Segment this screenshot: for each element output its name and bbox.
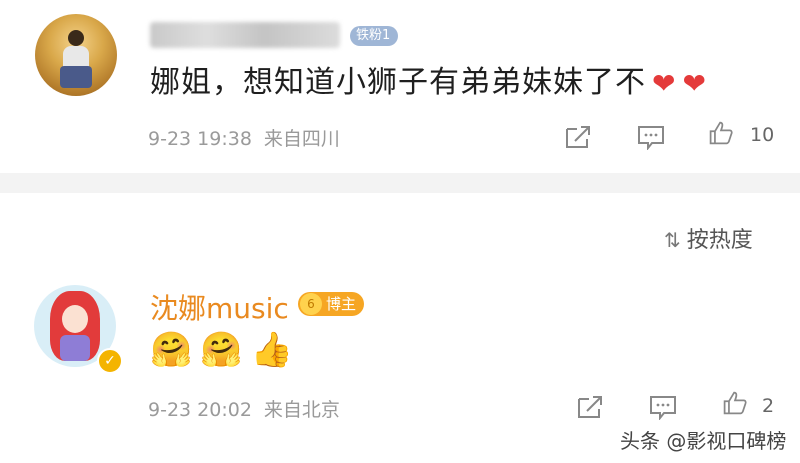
avatar-figure-head [68, 30, 84, 46]
hug-emoji: 🤗 [150, 330, 193, 370]
heart-emoji: ❤ [682, 67, 707, 100]
avatar-top [60, 335, 90, 361]
comment-body: 娜姐，想知道小狮子有弟弟妹妹了不 [150, 65, 646, 100]
like-count: 2 [762, 395, 775, 417]
blogger-badge: 6 博主 [298, 292, 365, 316]
username[interactable]: 沈娜music [150, 287, 289, 327]
comment-text: 🤗 🤗 👍 [150, 330, 301, 370]
thumbs-up-emoji: 👍 [250, 330, 294, 370]
like-icon[interactable] [720, 390, 750, 416]
sort-label: 按热度 [686, 228, 753, 253]
comment-meta: 9-23 20:02 来自北京 [148, 395, 352, 422]
avatar-face [62, 305, 88, 333]
comment-icon[interactable] [636, 124, 666, 150]
blogger-badge-label: 博主 [326, 295, 357, 313]
sort-icon: ⇅ [664, 228, 681, 252]
like-count: 10 [750, 124, 775, 146]
like-icon[interactable] [706, 120, 736, 146]
sort-toggle[interactable]: ⇅ 按热度 [664, 222, 753, 254]
share-icon[interactable] [576, 394, 606, 420]
crown-icon: 6 [300, 293, 322, 315]
blurred-username[interactable] [150, 22, 340, 48]
comment-text: 娜姐，想知道小狮子有弟弟妹妹了不 ❤ ❤ [150, 57, 707, 101]
avatar-figure-skirt [60, 66, 92, 88]
heart-emoji: ❤ [652, 67, 677, 100]
comment-time: 9-23 19:38 [148, 128, 252, 150]
commenter-avatar[interactable] [35, 14, 117, 96]
hug-emoji: 🤗 [200, 330, 243, 370]
share-icon[interactable] [564, 124, 594, 150]
comment-meta: 9-23 19:38 来自四川 [148, 124, 352, 151]
watermark: 头条 @影视口碑榜 [620, 429, 787, 453]
comment-location: 来自北京 [263, 399, 340, 421]
section-divider [0, 173, 800, 193]
verified-icon: ✓ [97, 348, 123, 374]
comment-location: 来自四川 [263, 128, 340, 150]
fan-badge: 铁粉1 [350, 26, 399, 46]
comment-time: 9-23 20:02 [148, 399, 252, 421]
comment-icon[interactable] [648, 394, 678, 420]
